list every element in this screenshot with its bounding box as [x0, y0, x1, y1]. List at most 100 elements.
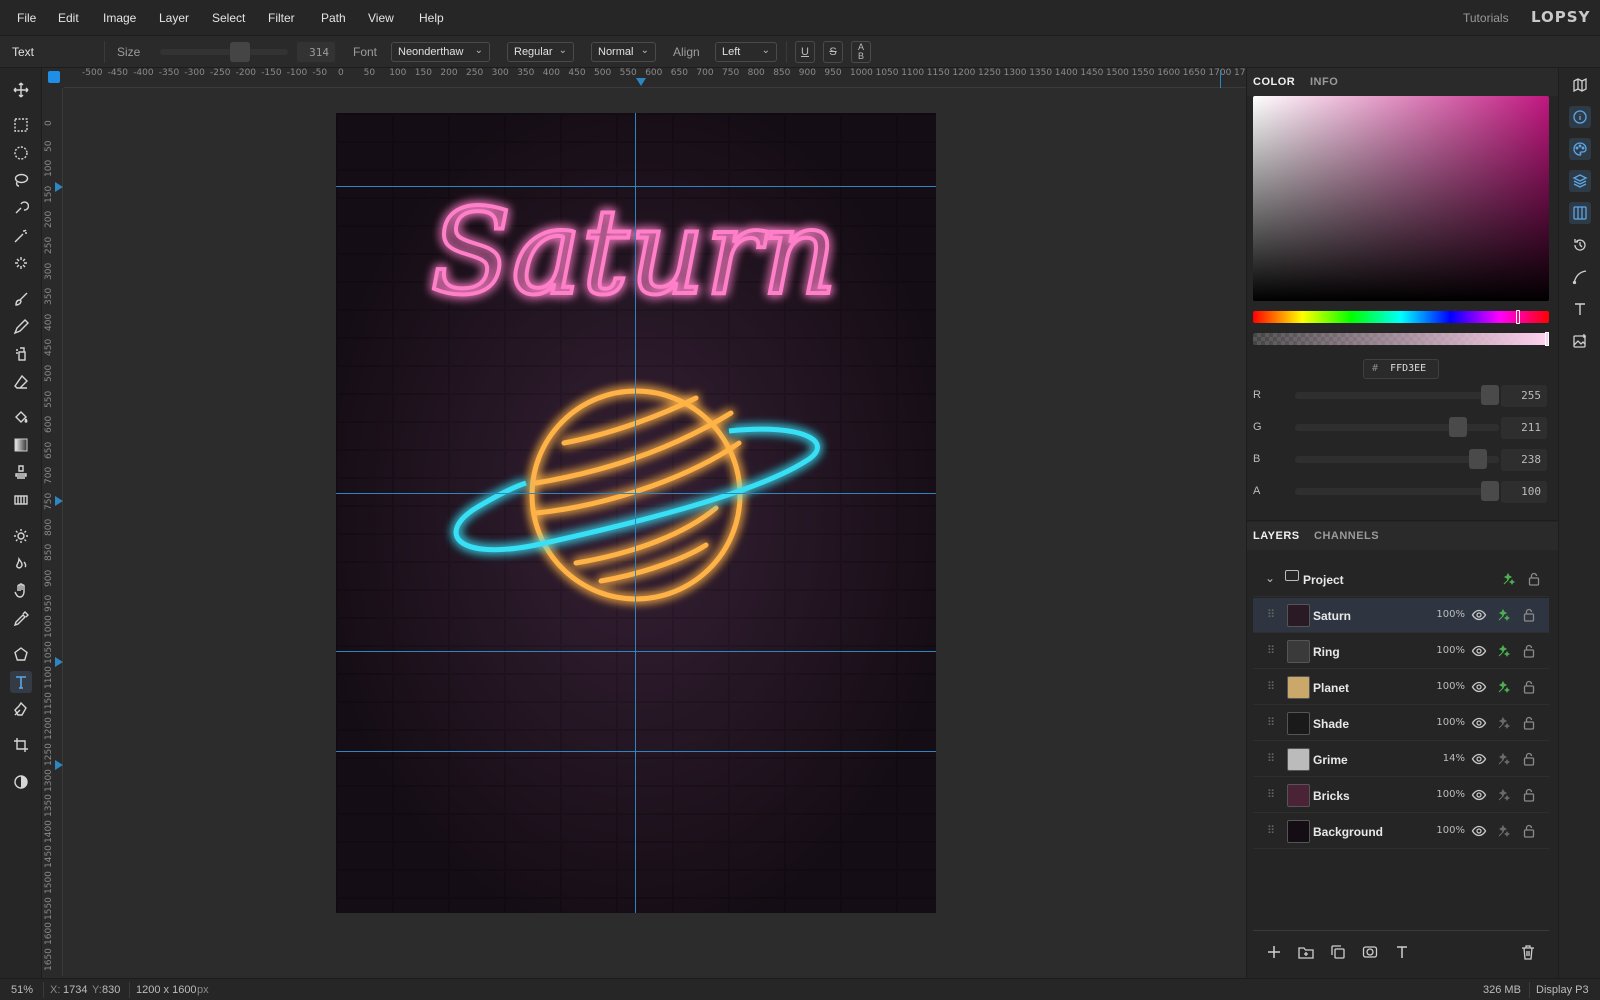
align-select[interactable]: Left ⌄ — [715, 42, 777, 62]
drag-handle-icon[interactable]: ⠿ — [1267, 752, 1275, 765]
guide-marker-top[interactable] — [636, 78, 646, 86]
layer-opacity[interactable]: 100% — [1423, 681, 1465, 692]
lock-icon[interactable] — [1521, 823, 1537, 839]
smudge-hand-icon[interactable] — [10, 580, 32, 602]
layer-mask-icon[interactable] — [1361, 943, 1379, 961]
layer-row-background[interactable]: ⠿ Background 100% — [1253, 814, 1549, 849]
drag-handle-icon[interactable]: ⠿ — [1267, 644, 1275, 657]
channel-slider-thumb[interactable] — [1481, 481, 1499, 501]
guide-horizontal[interactable] — [336, 186, 936, 187]
stamp-icon[interactable] — [10, 461, 32, 483]
lock-icon[interactable] — [1526, 571, 1542, 587]
lock-icon[interactable] — [1521, 787, 1537, 803]
tutorials-link[interactable]: Tutorials — [1463, 11, 1509, 25]
guide-marker-left[interactable] — [55, 496, 63, 506]
lock-icon[interactable] — [1521, 607, 1537, 623]
menu-edit[interactable]: Edit — [58, 11, 79, 25]
palette-icon[interactable] — [1569, 138, 1591, 160]
menu-path[interactable]: Path — [321, 11, 346, 25]
fx-effects-icon[interactable] — [1496, 715, 1512, 731]
text-tool-icon[interactable] — [10, 671, 32, 693]
layer-row-shade[interactable]: ⠿ Shade 100% — [1253, 706, 1549, 741]
guide-vertical[interactable] — [635, 113, 636, 913]
layer-opacity[interactable]: 100% — [1423, 717, 1465, 728]
lock-icon[interactable] — [1521, 751, 1537, 767]
layer-opacity[interactable]: 100% — [1423, 645, 1465, 656]
menu-help[interactable]: Help — [419, 11, 444, 25]
zoom-level[interactable]: 51% — [11, 984, 33, 996]
alpha-slider[interactable] — [1253, 332, 1549, 346]
tab-color[interactable]: COLOR — [1253, 76, 1295, 88]
channel-value-input[interactable]: 211 — [1501, 417, 1547, 439]
paths-icon[interactable] — [1569, 266, 1591, 288]
case-toggle-button[interactable]: A B — [851, 41, 871, 63]
menu-layer[interactable]: Layer — [159, 11, 189, 25]
new-group-icon[interactable] — [1297, 943, 1315, 961]
fx-effects-icon[interactable] — [1496, 787, 1512, 803]
tab-info[interactable]: INFO — [1310, 76, 1338, 88]
image-adjust-icon[interactable] — [1569, 330, 1591, 352]
menu-select[interactable]: Select — [212, 11, 245, 25]
spot-heal-icon[interactable] — [10, 252, 32, 274]
artboard[interactable]: Saturn — [336, 113, 936, 913]
shape-polygon-icon[interactable] — [10, 643, 32, 665]
menu-filter[interactable]: Filter — [268, 11, 295, 25]
marquee-rect-icon[interactable] — [10, 114, 32, 136]
font-style-select[interactable]: Regular ⌄ — [507, 42, 574, 62]
layers-icon[interactable] — [1569, 170, 1591, 192]
eyedropper-icon[interactable] — [10, 608, 32, 630]
channels-icon[interactable] — [1569, 202, 1591, 224]
guide-marker-left[interactable] — [55, 657, 63, 667]
layer-opacity[interactable]: 100% — [1423, 789, 1465, 800]
horizontal-ruler[interactable]: -500 -450 -400 -350 -300 -250 -200 -150 -100 -50 0… — [64, 68, 1246, 88]
info-icon[interactable] — [1569, 106, 1591, 128]
lock-icon[interactable] — [1521, 643, 1537, 659]
lock-icon[interactable] — [1521, 715, 1537, 731]
channel-slider-thumb[interactable] — [1448, 417, 1467, 437]
layer-opacity[interactable]: 100% — [1423, 609, 1465, 620]
lasso-icon[interactable] — [10, 169, 32, 191]
quick-select-icon[interactable] — [10, 197, 32, 219]
channel-value-input[interactable]: 238 — [1501, 449, 1547, 471]
magic-wand-icon[interactable] — [10, 225, 32, 247]
channel-value-input[interactable]: 255 — [1501, 385, 1547, 407]
fx-effects-icon[interactable] — [1496, 679, 1512, 695]
ruler-origin-swatch[interactable] — [48, 71, 60, 83]
clone-stamp-brush-icon[interactable] — [10, 343, 32, 365]
guide-horizontal[interactable] — [336, 493, 936, 494]
channel-slider-thumb[interactable] — [1468, 449, 1487, 469]
trash-icon[interactable] — [1519, 943, 1537, 961]
canvas-area[interactable]: Saturn — [64, 88, 1246, 976]
channel-slider-thumb[interactable] — [1481, 385, 1499, 405]
eye-icon[interactable] — [1471, 715, 1487, 731]
color-picker-field[interactable] — [1253, 96, 1549, 301]
drag-handle-icon[interactable]: ⠿ — [1267, 716, 1275, 729]
drag-handle-icon[interactable]: ⠿ — [1267, 680, 1275, 693]
add-text-layer-icon[interactable] — [1393, 943, 1411, 961]
channel-slider[interactable] — [1295, 417, 1499, 437]
strikethrough-button[interactable]: S — [823, 41, 843, 63]
fx-effects-icon[interactable] — [1496, 643, 1512, 659]
layer-row-bricks[interactable]: ⠿ Bricks 100% — [1253, 778, 1549, 813]
guide-horizontal[interactable] — [336, 751, 936, 752]
fx-effects-icon[interactable] — [1496, 607, 1512, 623]
channel-slider[interactable] — [1295, 449, 1499, 469]
chevron-down-icon[interactable]: ⌄ — [1265, 571, 1275, 585]
layer-row-ring[interactable]: ⠿ Ring 100% — [1253, 634, 1549, 669]
pencil-icon[interactable] — [10, 316, 32, 338]
crop-icon[interactable] — [10, 734, 32, 756]
paint-bucket-icon[interactable] — [10, 406, 32, 428]
menu-image[interactable]: Image — [103, 11, 136, 25]
contrast-icon[interactable] — [10, 771, 32, 793]
gradient-icon[interactable] — [10, 434, 32, 456]
brush-icon[interactable] — [10, 288, 32, 310]
lock-icon[interactable] — [1521, 679, 1537, 695]
hue-slider-thumb[interactable] — [1515, 310, 1520, 324]
blend-mode-select[interactable]: Normal ⌄ — [591, 42, 656, 62]
drag-handle-icon[interactable]: ⠿ — [1267, 788, 1275, 801]
size-slider[interactable] — [160, 42, 288, 62]
size-slider-thumb[interactable] — [230, 42, 250, 62]
eye-icon[interactable] — [1471, 787, 1487, 803]
dodge-icon[interactable] — [10, 525, 32, 547]
fx-effects-icon[interactable] — [1501, 571, 1517, 587]
